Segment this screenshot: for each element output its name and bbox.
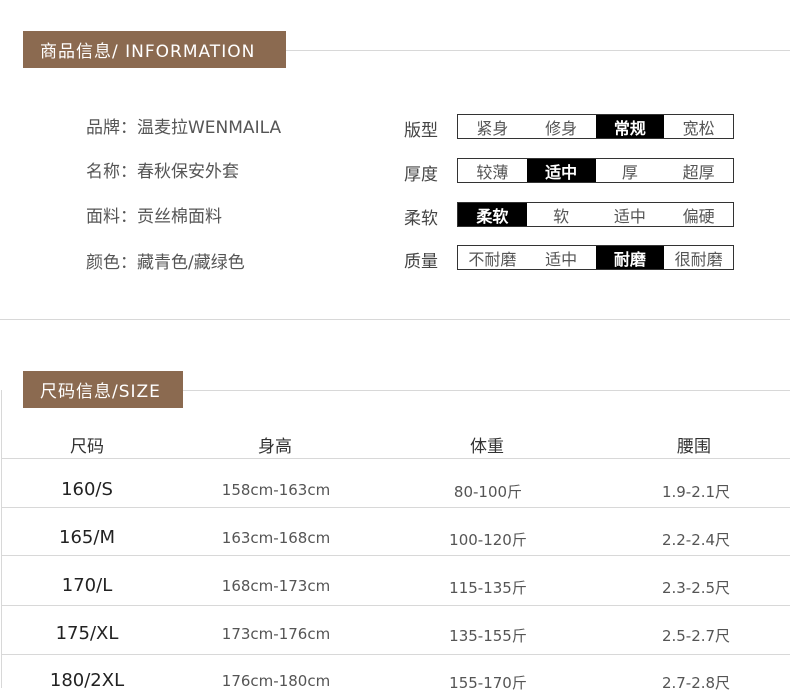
- size-header-height: 身高: [258, 437, 292, 457]
- cell-height: 168cm-173cm: [221, 577, 331, 595]
- info-value-name: 春秋保安外套: [137, 162, 239, 182]
- attr-quality-option: 很耐磨: [674, 249, 723, 269]
- info-value-fabric: 贡丝棉面料: [137, 207, 222, 227]
- attr-label-thickness: 厚度: [404, 165, 438, 185]
- attr-quality-option: 耐磨: [595, 246, 665, 269]
- cell-height: 158cm-163cm: [221, 481, 331, 499]
- cell-size: 175/XL: [55, 623, 119, 644]
- attr-fit-option: 紧身: [476, 118, 509, 138]
- attr-softness-option: 柔软: [458, 203, 527, 226]
- attr-softness-option: 软: [553, 206, 570, 226]
- attr-label-quality: 质量: [404, 252, 438, 272]
- table-row-rule: [1, 654, 790, 655]
- size-header-weight: 体重: [470, 437, 504, 457]
- cell-weight: 115-135斤: [449, 579, 527, 597]
- info-row-fabric: 面料：贡丝棉面料: [86, 202, 222, 227]
- attr-softness-option: 偏硬: [682, 206, 715, 226]
- info-label-brand: 品牌：: [86, 118, 137, 138]
- table-header-rule: [1, 458, 790, 459]
- cell-waist: 1.9-2.1尺: [661, 483, 731, 501]
- cell-waist: 2.5-2.7尺: [661, 627, 731, 645]
- cell-weight: 155-170斤: [449, 674, 527, 692]
- attr-quality-options: 不耐磨 适中 耐磨 很耐磨: [457, 245, 734, 270]
- attr-fit-option: 常规: [595, 115, 665, 138]
- table-row-rule: [1, 605, 790, 606]
- attr-fit-option: 修身: [545, 118, 578, 138]
- attr-thickness-option: 较薄: [476, 162, 509, 182]
- cell-size: 170/L: [61, 575, 113, 596]
- info-label-fabric: 面料：: [86, 207, 137, 227]
- cell-height: 173cm-176cm: [221, 625, 331, 643]
- attr-fit-option: 宽松: [682, 118, 715, 138]
- attr-thickness-options: 较薄 适中 厚 超厚: [457, 158, 734, 183]
- table-row-rule: [1, 555, 790, 556]
- info-value-brand: 温麦拉WENMAILA: [137, 118, 282, 138]
- attr-softness-options: 柔软 软 适中 偏硬: [457, 202, 734, 227]
- attr-label-softness: 柔软: [404, 209, 438, 229]
- attr-label-fit: 版型: [404, 121, 438, 141]
- size-header-waist: 腰围: [677, 437, 711, 457]
- info-label-color: 颜色：: [86, 253, 137, 273]
- info-label-name: 名称：: [86, 162, 137, 182]
- attr-thickness-option: 超厚: [682, 162, 715, 182]
- cell-waist: 2.7-2.8尺: [661, 674, 731, 692]
- info-value-color: 藏青色/藏绿色: [137, 253, 245, 273]
- attr-thickness-option: 厚: [621, 162, 638, 182]
- cell-height: 163cm-168cm: [221, 529, 331, 547]
- info-row-name: 名称：春秋保安外套: [86, 157, 239, 182]
- cell-waist: 2.2-2.4尺: [661, 531, 731, 549]
- cell-weight: 80-100斤: [453, 483, 523, 501]
- attr-quality-option: 不耐磨: [468, 249, 517, 269]
- size-header-size: 尺码: [70, 437, 104, 457]
- table-row-rule: [1, 507, 790, 508]
- info-section-tag: 商品信息/ INFORMATION: [23, 31, 286, 68]
- attr-quality-option: 适中: [545, 249, 578, 269]
- cell-size: 160/S: [61, 479, 113, 500]
- cell-weight: 135-155斤: [449, 627, 527, 645]
- size-left-rule: [1, 390, 2, 688]
- attr-thickness-option: 适中: [526, 159, 596, 182]
- attr-fit-options: 紧身 修身 常规 宽松: [457, 114, 734, 139]
- section-divider: [0, 319, 790, 320]
- cell-waist: 2.3-2.5尺: [661, 579, 731, 597]
- info-row-color: 颜色：藏青色/藏绿色: [86, 248, 245, 273]
- size-section-tag: 尺码信息/SIZE: [23, 371, 183, 408]
- cell-size: 165/M: [59, 527, 115, 548]
- attr-softness-option: 适中: [613, 206, 646, 226]
- info-row-brand: 品牌：温麦拉WENMAILA: [86, 113, 281, 138]
- cell-height: 176cm-180cm: [221, 672, 331, 690]
- cell-weight: 100-120斤: [449, 531, 527, 549]
